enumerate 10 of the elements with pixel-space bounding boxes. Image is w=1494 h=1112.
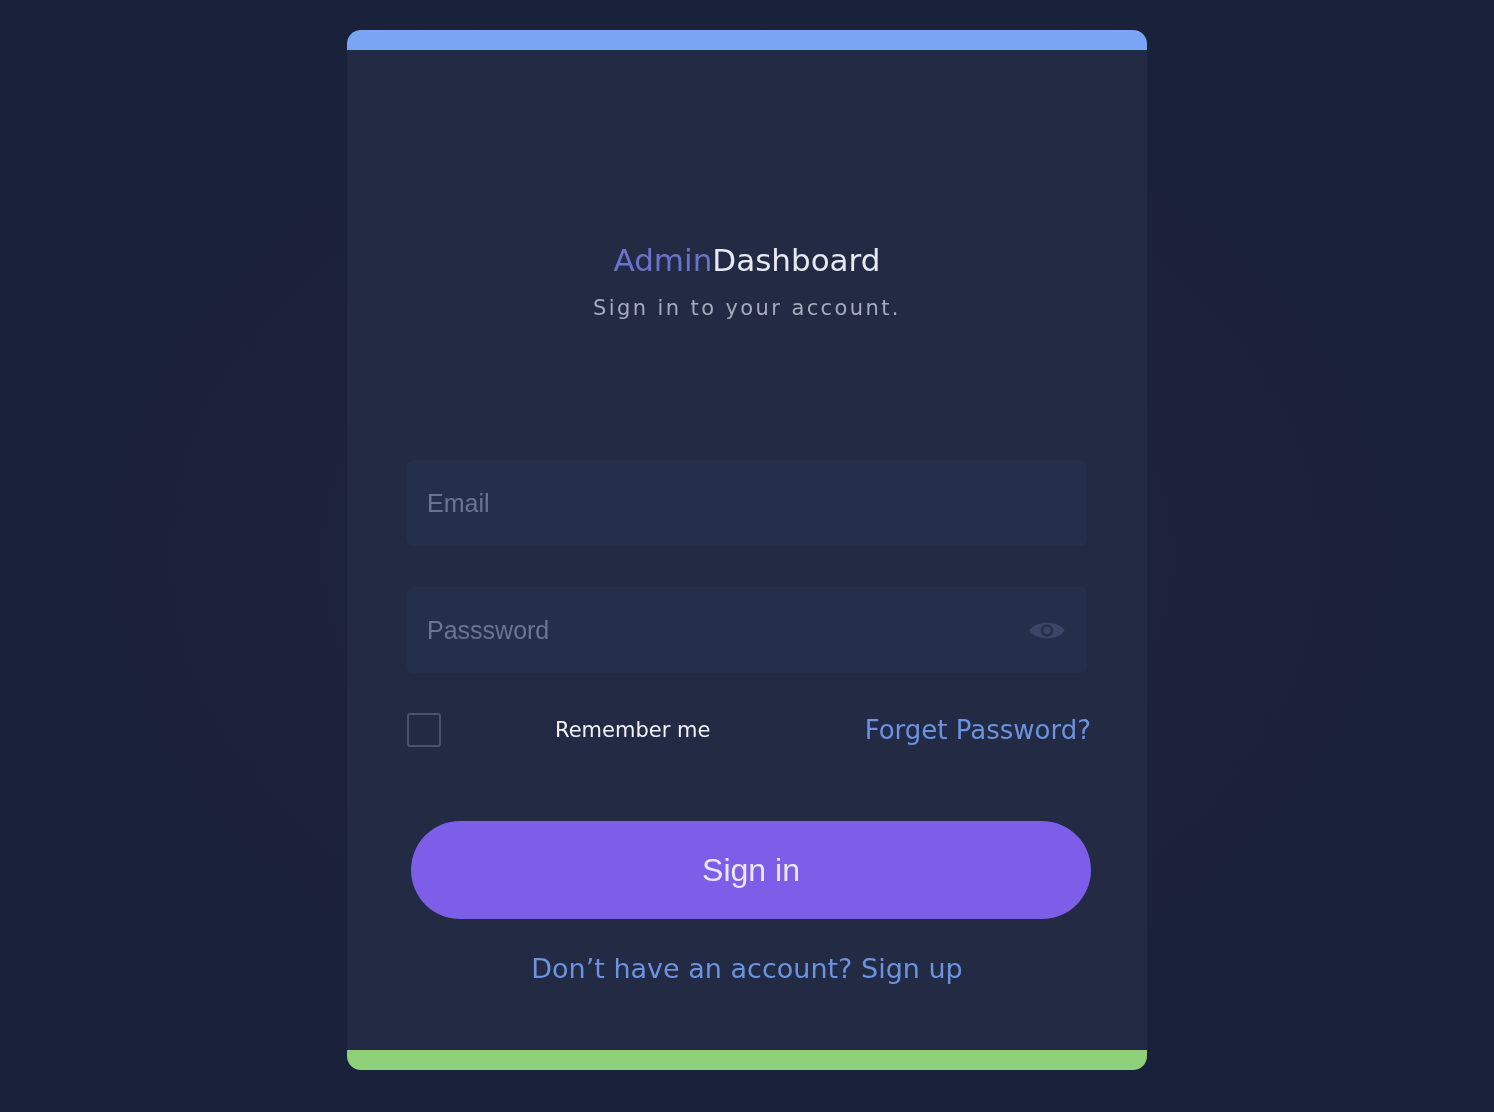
brand-prefix: Admin [613,242,713,278]
remember-label: Remember me [555,718,711,742]
password-field[interactable]: Passsword [407,587,1087,673]
subtitle: Sign in to your account. [593,296,901,320]
sign-in-button[interactable]: Sign in [411,821,1091,919]
forgot-password-link[interactable]: Forget Password? [864,715,1091,745]
brand-name: Dashboard [712,242,881,278]
sign-up-link[interactable]: Don’t have an account? Sign up [531,953,963,984]
email-field[interactable]: Email [407,460,1087,546]
remember-checkbox[interactable] [407,713,441,747]
